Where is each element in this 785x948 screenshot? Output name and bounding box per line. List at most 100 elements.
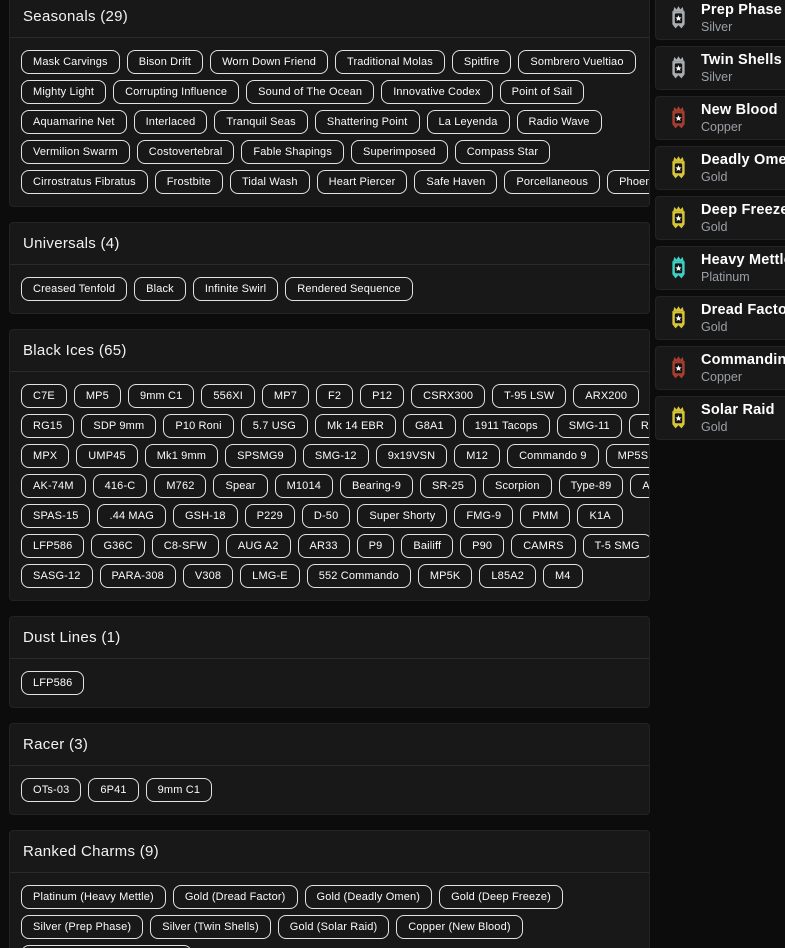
- filter-chip[interactable]: GSH-18: [172, 504, 238, 528]
- filter-chip[interactable]: T-95 LSW: [492, 384, 567, 408]
- charm-list-item[interactable]: Deep Freeze Gold: [655, 196, 785, 240]
- filter-chip[interactable]: MP7: [261, 384, 309, 408]
- filter-chip[interactable]: Compass Star: [454, 140, 551, 164]
- filter-chip[interactable]: Mighty Light: [21, 80, 107, 104]
- filter-chip[interactable]: Shattering Point: [314, 110, 420, 134]
- filter-chip[interactable]: Radio Wave: [516, 110, 602, 134]
- filter-chip[interactable]: AK-74M: [21, 474, 86, 498]
- filter-chip[interactable]: CAMRS: [511, 534, 576, 558]
- filter-chip[interactable]: Aquamarine Net: [21, 110, 127, 134]
- filter-chip[interactable]: 556XI: [201, 384, 255, 408]
- filter-chip[interactable]: Vermilion Swarm: [21, 140, 130, 164]
- filter-chip[interactable]: SR-25: [420, 474, 476, 498]
- filter-chip[interactable]: LFP586: [21, 671, 85, 695]
- filter-chip[interactable]: Interlaced: [133, 110, 208, 134]
- filter-chip[interactable]: Point of Sail: [499, 80, 585, 104]
- filter-chip[interactable]: Porcellaneous: [504, 170, 601, 194]
- filter-chip[interactable]: SDP 9mm: [81, 414, 157, 438]
- charm-list-item[interactable]: Commanding Force Copper: [655, 346, 785, 390]
- filter-chip[interactable]: RG15: [21, 414, 75, 438]
- filter-chip[interactable]: Platinum (Heavy Mettle): [21, 885, 166, 909]
- filter-chip[interactable]: Costovertebral: [136, 140, 235, 164]
- filter-chip[interactable]: Gold (Deep Freeze): [439, 885, 563, 909]
- filter-chip[interactable]: SMG-11: [556, 414, 622, 438]
- filter-chip[interactable]: P9: [356, 534, 395, 558]
- filter-chip[interactable]: P12: [360, 384, 405, 408]
- filter-chip[interactable]: M12: [454, 444, 501, 468]
- filter-chip[interactable]: LFP586: [21, 534, 85, 558]
- filter-chip[interactable]: T-5 SMG: [582, 534, 649, 558]
- filter-chip[interactable]: Tranquil Seas: [214, 110, 308, 134]
- filter-chip[interactable]: 416-C: [92, 474, 148, 498]
- filter-chip[interactable]: G8A1: [403, 414, 456, 438]
- filter-chip[interactable]: Copper (New Blood): [396, 915, 523, 939]
- charm-list-item[interactable]: New Blood Copper: [655, 96, 785, 140]
- filter-chip[interactable]: Spear: [213, 474, 268, 498]
- filter-chip[interactable]: Rendered Sequence: [285, 277, 413, 301]
- filter-chip[interactable]: Type-89: [558, 474, 624, 498]
- filter-chip[interactable]: Phoenix: [607, 170, 649, 194]
- filter-chip[interactable]: Worn Down Friend: [210, 50, 328, 74]
- filter-chip[interactable]: 1911 Tacops: [462, 414, 550, 438]
- filter-chip[interactable]: Cirrostratus Fibratus: [21, 170, 148, 194]
- filter-chip[interactable]: SPAS-15: [21, 504, 91, 528]
- charm-list-item[interactable]: Dread Factor Gold: [655, 296, 785, 340]
- filter-chip[interactable]: K1A: [577, 504, 623, 528]
- filter-chip[interactable]: C8-SFW: [151, 534, 219, 558]
- charm-list-item[interactable]: Solar Raid Gold: [655, 396, 785, 440]
- filter-chip[interactable]: Corrupting Influence: [113, 80, 240, 104]
- filter-chip[interactable]: Traditional Molas: [335, 50, 445, 74]
- filter-chip[interactable]: Commando 9: [507, 444, 599, 468]
- filter-chip[interactable]: Frostbite: [154, 170, 223, 194]
- filter-chip[interactable]: Silver (Prep Phase): [21, 915, 144, 939]
- filter-chip[interactable]: P90: [460, 534, 505, 558]
- filter-chip[interactable]: G36C: [91, 534, 145, 558]
- filter-chip[interactable]: PARA-308: [99, 564, 176, 588]
- filter-chip[interactable]: Mk 14 EBR: [315, 414, 397, 438]
- charm-list-item[interactable]: Heavy Mettle Platinum: [655, 246, 785, 290]
- filter-chip[interactable]: Gold (Deadly Omen): [304, 885, 433, 909]
- filter-chip[interactable]: 552 Commando: [306, 564, 411, 588]
- charm-list-item[interactable]: Prep Phase Silver: [655, 0, 785, 40]
- filter-chip[interactable]: La Leyenda: [426, 110, 510, 134]
- filter-chip[interactable]: Sombrero Vueltiao: [518, 50, 636, 74]
- filter-chip[interactable]: Gold (Dread Factor): [172, 885, 298, 909]
- filter-chip[interactable]: LMG-E: [240, 564, 300, 588]
- filter-chip[interactable]: Tidal Wash: [229, 170, 310, 194]
- filter-chip[interactable]: AR33: [297, 534, 350, 558]
- filter-chip[interactable]: Fable Shapings: [241, 140, 344, 164]
- filter-chip[interactable]: D-50: [301, 504, 351, 528]
- filter-chip[interactable]: M762: [154, 474, 207, 498]
- filter-chip[interactable]: Safe Haven: [414, 170, 498, 194]
- filter-chip[interactable]: 6P41: [88, 778, 139, 802]
- filter-chip[interactable]: Superimposed: [350, 140, 448, 164]
- filter-chip[interactable]: Mk1 9mm: [144, 444, 219, 468]
- charm-list-item[interactable]: Twin Shells Silver: [655, 46, 785, 90]
- filter-chip[interactable]: CSRX300: [411, 384, 486, 408]
- filter-chip[interactable]: AK12: [630, 474, 649, 498]
- filter-chip[interactable]: FMG-9: [454, 504, 514, 528]
- filter-chip[interactable]: OTs-03: [21, 778, 82, 802]
- filter-chip[interactable]: 9mm C1: [127, 384, 195, 408]
- filter-chip[interactable]: 5.7 USG: [240, 414, 309, 438]
- filter-chip[interactable]: V308: [182, 564, 234, 588]
- filter-chip[interactable]: Black: [134, 277, 186, 301]
- filter-chip[interactable]: Bison Drift: [126, 50, 204, 74]
- filter-chip[interactable]: .44 MAG: [97, 504, 166, 528]
- filter-chip[interactable]: 9x19VSN: [375, 444, 448, 468]
- filter-chip[interactable]: PMM: [520, 504, 571, 528]
- filter-chip[interactable]: Innovative Codex: [381, 80, 493, 104]
- filter-chip[interactable]: Mask Carvings: [21, 50, 120, 74]
- filter-chip[interactable]: MPX: [21, 444, 70, 468]
- filter-chip[interactable]: M4: [542, 564, 583, 588]
- filter-chip[interactable]: SMG-12: [302, 444, 369, 468]
- filter-chip[interactable]: MP5: [73, 384, 121, 408]
- filter-chip[interactable]: P229: [244, 504, 295, 528]
- filter-chip[interactable]: Bailiff: [401, 534, 454, 558]
- filter-chip[interactable]: Bearing-9: [339, 474, 414, 498]
- filter-chip[interactable]: F2: [315, 384, 354, 408]
- filter-chip[interactable]: Gold (Solar Raid): [277, 915, 390, 939]
- filter-chip[interactable]: Super Shorty: [357, 504, 448, 528]
- filter-chip[interactable]: SPSMG9: [225, 444, 296, 468]
- filter-chip[interactable]: C7E: [21, 384, 67, 408]
